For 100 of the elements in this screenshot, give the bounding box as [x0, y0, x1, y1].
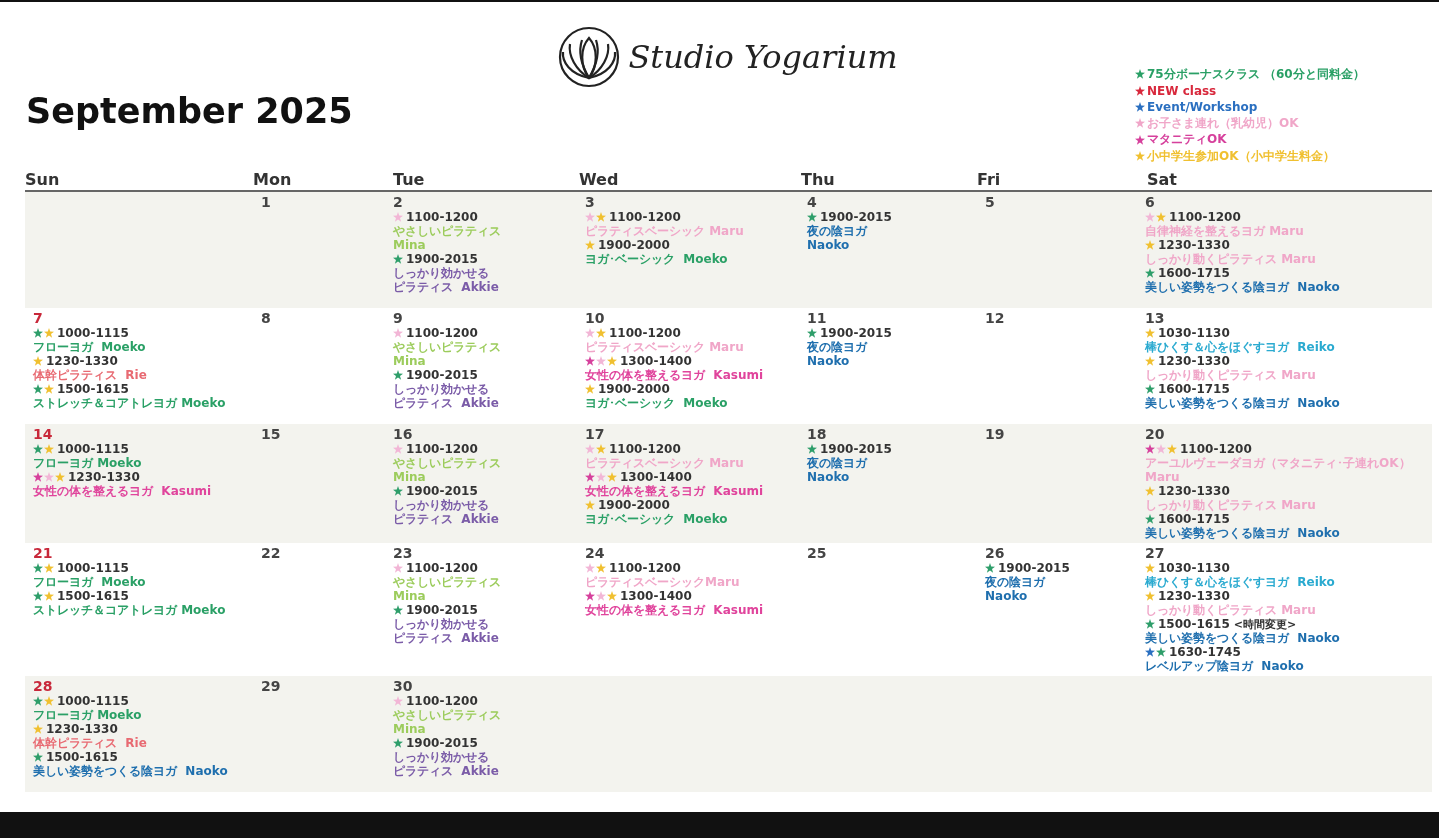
class-name: フローヨガ Moeko [33, 340, 146, 354]
class-name: フローヨガ Moeko [33, 575, 146, 589]
date-number: 14 [33, 426, 53, 442]
class-time: 1230-1330 [46, 722, 118, 736]
class-name: 棒ひくす＆心をほぐすヨガ Reiko [1145, 575, 1335, 589]
class-name: 女性の体を整えるヨガ Kasumi [33, 484, 212, 498]
class-time: 1900-2000 [598, 382, 670, 396]
class-name: 女性の体を整えるヨガ Kasumi [585, 368, 764, 382]
class-name: 夜の陰ヨガ [807, 340, 867, 354]
weekday-label: Tue [392, 170, 426, 190]
class-time: 1900-2015 [406, 252, 478, 266]
class-name: ヨガ･ベーシック Moeko [585, 512, 728, 526]
legend-text: マタニティOK [1147, 131, 1227, 149]
date-number: 18 [807, 426, 827, 442]
class-name: やさしいピラティス [393, 224, 501, 238]
date-number: 24 [585, 545, 605, 561]
date-number: 13 [1145, 310, 1165, 326]
class-time: 1000-1115 [57, 442, 129, 456]
class-time: 1100-1200 [1169, 210, 1241, 224]
class-name: ストレッチ＆コアトレヨガ Moeko [33, 396, 226, 410]
class-time: 1900-2015 [406, 484, 478, 498]
weekday-label: Wed [578, 170, 620, 190]
class-time: 1230-1330 [1158, 484, 1230, 498]
month-title: September 2025 [26, 92, 354, 131]
weekday-label: Thu [800, 170, 836, 190]
class-time: 1900-2000 [598, 238, 670, 252]
class-name: しっかり動くピラティス Maru [1145, 498, 1316, 512]
date-number: 1 [261, 194, 271, 210]
class-name: ピラティス Akkie [393, 512, 499, 526]
class-time: 1500-1615 [57, 589, 129, 603]
date-number: 23 [393, 545, 413, 561]
date-number: 27 [1145, 545, 1165, 561]
class-time: 1100-1200 [406, 210, 478, 224]
class-name: ピラティスベーシックMaru [585, 575, 740, 589]
class-time: 1100-1200 [609, 442, 681, 456]
date-number: 7 [33, 310, 43, 326]
class-time: 1600-1715 [1158, 266, 1230, 280]
class-name: 美しい姿勢をつくる陰ヨガ Naoko [1145, 280, 1340, 294]
class-name: しっかり効かせる [393, 498, 489, 512]
weekday-label: Mon [253, 170, 293, 190]
class-time: 1900-2015 [406, 736, 478, 750]
class-name: ピラティス Akkie [393, 396, 499, 410]
legend-text: Event/Workshop [1147, 99, 1258, 114]
date-number: 12 [985, 310, 1005, 326]
class-time: 1000-1115 [57, 561, 129, 575]
date-number: 9 [393, 310, 403, 326]
date-number: 26 [985, 545, 1005, 561]
date-number: 4 [807, 194, 817, 210]
class-name: やさしいピラティス [393, 708, 501, 722]
class-time: 1000-1115 [57, 694, 129, 708]
class-name: Mina [393, 354, 426, 368]
class-time: 1600-1715 [1158, 512, 1230, 526]
class-time: 1030-1130 [1158, 326, 1230, 340]
weekday-label: Fri [977, 170, 1002, 190]
class-time: 1230-1330 [1158, 354, 1230, 368]
class-time: 1900-2015 [820, 210, 892, 224]
class-name: 美しい姿勢をつくる陰ヨガ Naoko [1145, 631, 1340, 645]
class-name: ピラティスベーシック Maru [585, 224, 744, 238]
class-name: アーユルヴェーダヨガ（マタニティ･子連れOK） [1145, 456, 1411, 470]
class-name: 美しい姿勢をつくる陰ヨガ Naoko [1145, 526, 1340, 540]
class-name: 女性の体を整えるヨガ Kasumi [585, 484, 764, 498]
date-number: 29 [261, 678, 281, 694]
class-name: 夜の陰ヨガ [807, 224, 867, 238]
class-name: しっかり動くピラティス Maru [1145, 252, 1316, 266]
class-name: ストレッチ＆コアトレヨガ Moeko [33, 603, 226, 617]
class-time: 1300-1400 [620, 354, 692, 368]
class-time: 1900-2000 [598, 498, 670, 512]
date-number: 28 [33, 678, 53, 694]
date-number: 2 [393, 194, 403, 210]
class-name: しっかり効かせる [393, 266, 489, 280]
legend-text: お子さま連れ（乳幼児）OK [1147, 114, 1299, 132]
class-name: しっかり効かせる [393, 382, 489, 396]
class-name: Naoko [807, 470, 850, 484]
class-time: 1900-2015 [406, 368, 478, 382]
date-number: 17 [585, 426, 605, 442]
time-change-note: <時間変更> [1233, 616, 1297, 632]
class-time: 1100-1200 [406, 326, 478, 340]
class-time: 1230-1330 [1158, 589, 1230, 603]
shell-logo-icon [558, 26, 621, 88]
class-time: 1100-1200 [406, 442, 478, 456]
class-name: 体幹ピラティス Rie [33, 368, 147, 382]
class-time: 1100-1200 [609, 326, 681, 340]
class-time: 1900-2015 [998, 561, 1070, 575]
class-name: ピラティスベーシック Maru [585, 340, 744, 354]
class-name: Mina [393, 238, 426, 252]
studio-name: Studio Yogarium [628, 38, 898, 76]
class-name: Naoko [985, 589, 1028, 603]
class-time: 1900-2015 [820, 442, 892, 456]
class-name: やさしいピラティス [393, 575, 501, 589]
date-number: 21 [33, 545, 53, 561]
class-name: しっかり効かせる [393, 617, 489, 631]
class-name: ヨガ･ベーシック Moeko [585, 396, 728, 410]
date-number: 11 [807, 310, 827, 326]
class-time: 1100-1200 [406, 694, 478, 708]
class-name: Naoko [807, 354, 850, 368]
class-name: しっかり動くピラティス Maru [1145, 603, 1316, 617]
class-time: 1300-1400 [620, 589, 692, 603]
date-number: 19 [985, 426, 1005, 442]
class-time: 1030-1130 [1158, 561, 1230, 575]
date-number: 15 [261, 426, 281, 442]
